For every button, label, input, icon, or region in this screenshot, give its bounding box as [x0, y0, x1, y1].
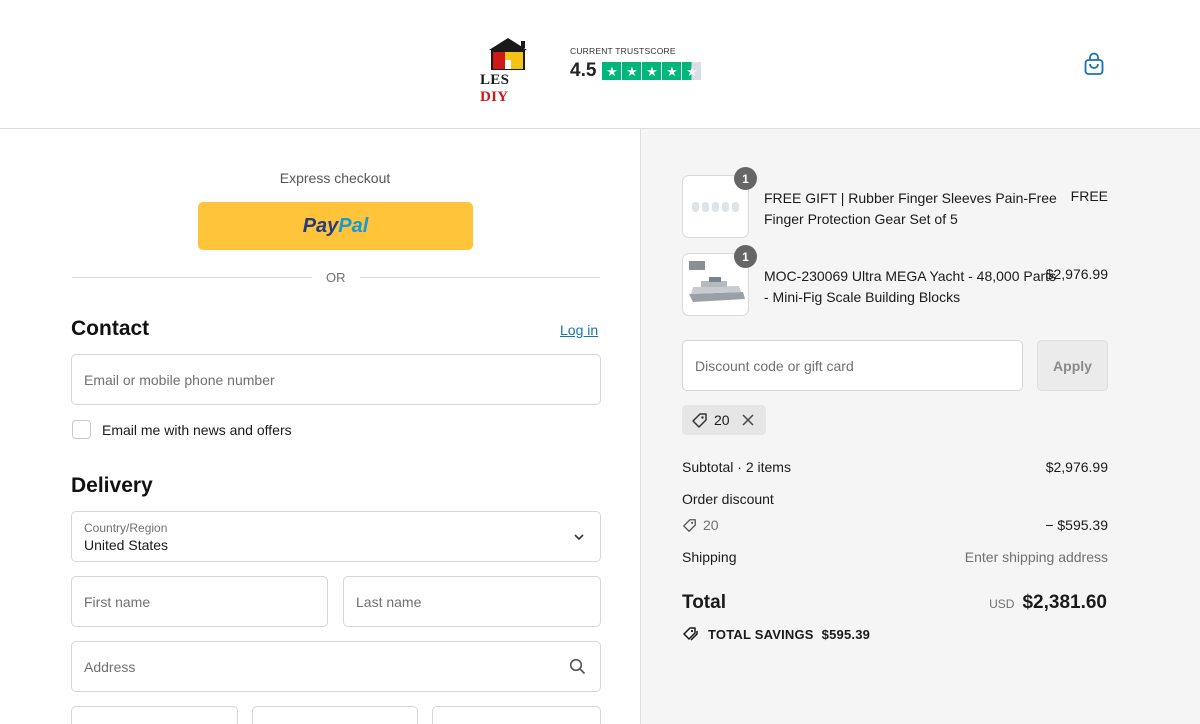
subtotal-value: $2,976.99: [1045, 459, 1108, 475]
state-field[interactable]: [252, 706, 418, 724]
trustscore-value: 4.5: [570, 60, 597, 81]
discount-code-input[interactable]: Discount code or gift card: [682, 340, 1023, 391]
shipping-row: Shipping Enter shipping address: [682, 549, 1108, 565]
or-divider: OR: [72, 269, 600, 287]
total-value: $2,381.60: [1022, 592, 1107, 613]
star-icon: ★: [662, 62, 682, 80]
apply-button[interactable]: Apply: [1037, 340, 1108, 391]
login-link[interactable]: Log in: [560, 322, 598, 338]
subtotal-label: Subtotal · 2 items: [682, 459, 791, 475]
search-icon: [569, 658, 586, 675]
country-select[interactable]: Country/Region United States: [71, 511, 601, 562]
tag-icon: [692, 412, 707, 428]
trustpilot-widget[interactable]: CURRENT TRUSTSCORE 4.5 ★ ★ ★ ★ ★: [570, 46, 702, 82]
paypal-pal-text: Pal: [338, 214, 369, 237]
newsletter-option[interactable]: Email me with news and offers: [72, 420, 292, 439]
order-discount-label: Order discount: [682, 491, 774, 507]
quantity-badge: 1: [734, 245, 757, 268]
delivery-heading: Delivery: [71, 474, 153, 497]
half-star-icon: ★: [682, 62, 702, 80]
order-discount-row: Order discount: [682, 491, 1108, 507]
newsletter-label: Email me with news and offers: [102, 421, 292, 438]
savings-label: TOTAL SAVINGS: [708, 626, 814, 642]
star-icon: ★: [642, 62, 662, 80]
product-thumbnail: 1: [682, 167, 757, 238]
trustscore-label: CURRENT TRUSTSCORE: [570, 46, 676, 56]
total-amount: USD $2,381.60: [989, 592, 1107, 614]
star-icon: ★: [622, 62, 642, 80]
zip-field[interactable]: [432, 706, 601, 724]
savings-tag-icon: [683, 627, 698, 641]
tag-icon: [683, 518, 696, 532]
house-logo-icon: [489, 38, 527, 70]
paypal-button[interactable]: Pay Pal: [198, 202, 473, 250]
shipping-label: Shipping: [682, 549, 737, 565]
express-checkout-label: Express checkout: [279, 170, 391, 186]
trustpilot-stars: ★ ★ ★ ★ ★: [602, 62, 702, 80]
item-name: MOC-230069 Ultra MEGA Yacht - 48,000 Par…: [764, 268, 1057, 305]
shipping-value: Enter shipping address: [964, 549, 1108, 565]
total-label: Total: [682, 592, 726, 613]
contact-heading: Contact: [71, 317, 150, 340]
quantity-badge: 1: [734, 167, 757, 190]
city-field[interactable]: [71, 706, 238, 724]
newsletter-checkbox[interactable]: [72, 420, 91, 439]
subtotal-row: Subtotal · 2 items $2,976.99: [682, 459, 1108, 475]
applied-code: 20: [714, 412, 730, 428]
discount-value: − $595.39: [1045, 517, 1108, 533]
applied-discount-chip: 20: [682, 405, 766, 435]
country-label: Country/Region: [84, 521, 168, 535]
country-value: United States: [84, 537, 169, 553]
checkout-header: LES DIY CURRENT TRUSTSCORE 4.5 ★ ★ ★ ★ ★: [0, 0, 1200, 129]
discount-code-row: 20 − $595.39: [682, 517, 1108, 536]
logo-wordmark: LES DIY: [480, 72, 510, 105]
product-thumbnail: 1: [682, 245, 757, 316]
last-name-field[interactable]: Last name: [343, 576, 601, 627]
item-name: FREE GIFT | Rubber Finger Sleeves Pain-F…: [764, 190, 1057, 227]
paypal-pay-text: Pay: [302, 214, 339, 237]
order-summary: 1 FREE GIFT | Rubber Finger Sleeves Pain…: [640, 129, 1200, 724]
chevron-down-icon: [574, 534, 584, 541]
savings-value: $595.39: [821, 626, 871, 642]
shopping-bag-icon[interactable]: [1083, 52, 1105, 76]
item-price: FREE: [1070, 188, 1108, 204]
remove-discount-icon[interactable]: [742, 414, 754, 426]
total-savings: TOTAL SAVINGS $595.39: [682, 626, 870, 642]
checkout-form: Express checkout Pay Pal OR Contact Log i…: [0, 129, 640, 724]
star-icon: ★: [602, 62, 622, 80]
item-price: $2,976.99: [1045, 266, 1108, 282]
currency-code: USD: [989, 597, 1015, 611]
discount-code: 20: [703, 517, 719, 533]
address-field[interactable]: Address: [71, 641, 601, 692]
first-name-field[interactable]: First name: [71, 576, 328, 627]
email-field[interactable]: Email or mobile phone number: [71, 354, 601, 405]
les-diy-logo[interactable]: LES DIY: [480, 38, 538, 105]
